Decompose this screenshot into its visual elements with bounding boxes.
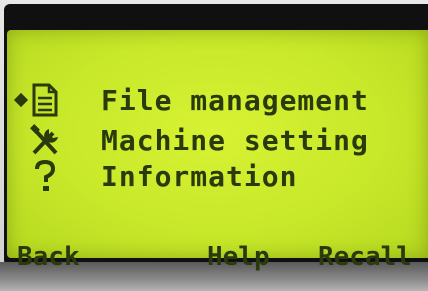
question-icon (29, 159, 61, 193)
selection-pointer-icon (13, 92, 29, 108)
tools-icon (29, 123, 61, 157)
menu-item-information[interactable]: Information (7, 156, 428, 196)
menu-item-label: Information (101, 159, 298, 193)
recall-softkey[interactable]: Recall (318, 242, 412, 272)
menu-item-machine-setting[interactable]: Machine setting (7, 120, 428, 160)
menu-item-label: File management (101, 83, 369, 117)
file-icon (29, 83, 61, 117)
lcd-screen: File management Machine setting Informat… (7, 30, 428, 272)
back-softkey[interactable]: Back (17, 242, 80, 272)
help-softkey[interactable]: Help (207, 242, 270, 272)
menu-item-label: Machine setting (101, 123, 369, 157)
menu-item-file-management[interactable]: File management (7, 80, 428, 120)
